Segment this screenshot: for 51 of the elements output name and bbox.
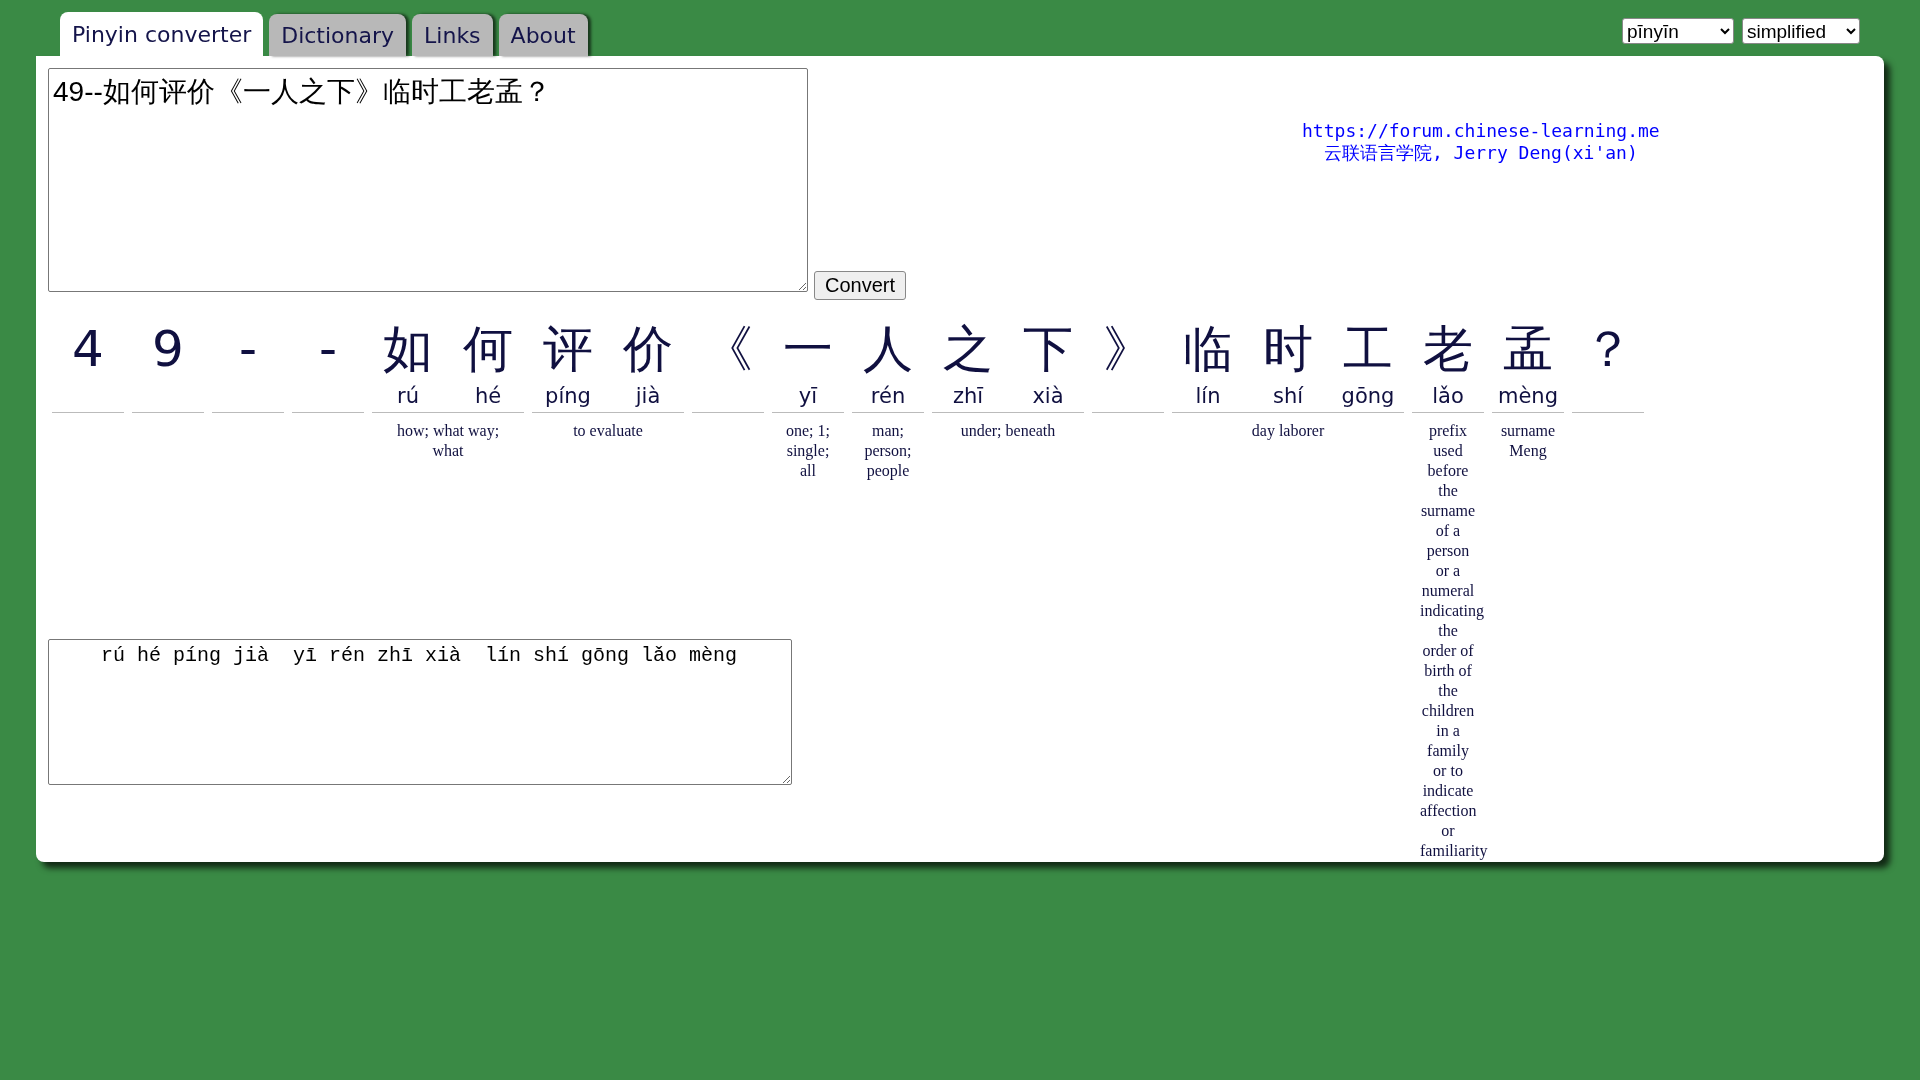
word-definition: one; 1; single; all — [785, 421, 831, 481]
pinyin-syllable: zhī — [952, 383, 984, 410]
pinyin-syllable: lín — [1195, 383, 1221, 410]
hanzi-character: 一 — [783, 319, 833, 380]
hanzi-character: 9 — [152, 319, 184, 380]
hanzi-character: - — [238, 319, 257, 380]
output-field[interactable]: rú hé píng jià yī rén zhī xià lín shí gōng lǎo mèng — [48, 639, 792, 785]
pinyin-syllable: rén — [870, 383, 906, 410]
hanzi-character: 临 — [1183, 319, 1233, 380]
hanzi-character: 人 — [863, 319, 913, 380]
word-definition: how; what way; what — [395, 421, 501, 461]
convert-button[interactable]: Convert — [814, 271, 907, 300]
hanzi-character: 下 — [1023, 319, 1073, 380]
pinyin-syllable: mèng — [1498, 383, 1558, 410]
word-definition: man; person; people — [863, 421, 913, 481]
hanzi-character: 《 — [703, 319, 753, 380]
pinyin-syllable: lǎo — [1432, 383, 1464, 410]
author-credit: 云联语言学院, Jerry Deng(xi'an) — [1323, 141, 1638, 165]
pinyin-syllable: píng — [545, 383, 591, 410]
tab[interactable]: About — [498, 14, 588, 56]
hanzi-character: 4 — [72, 319, 104, 380]
hanzi-character: 老 — [1423, 319, 1473, 380]
hanzi-character: 》 — [1103, 319, 1153, 380]
hanzi-character: - — [318, 319, 337, 380]
word-definition: to evaluate — [572, 421, 644, 441]
tab[interactable]: Links — [412, 14, 493, 56]
pinyin-syllable: hé — [474, 383, 502, 410]
pinyin-syllable: xià — [1032, 383, 1064, 410]
romanization-select[interactable]: pīnyīn — [1622, 18, 1734, 44]
pinyin-syllable: rú — [397, 383, 419, 410]
pinyin-syllable: shí — [1272, 383, 1304, 410]
input-field[interactable]: 49--如何评价《一人之下》临时工老孟？ — [48, 68, 808, 292]
hanzi-character: 之 — [943, 319, 993, 380]
hanzi-character: 评 — [543, 319, 593, 380]
tab[interactable]: Dictionary — [269, 14, 407, 56]
pinyin-syllable: jià — [635, 383, 661, 410]
word-definition: day laborer — [1250, 421, 1326, 441]
word-definition: under; beneath — [959, 421, 1057, 441]
hanzi-character: 时 — [1263, 319, 1313, 380]
script-select[interactable]: simplified — [1742, 18, 1860, 44]
hanzi-character: 如 — [383, 319, 433, 380]
hanzi-character: 孟 — [1503, 319, 1553, 380]
hanzi-character: 工 — [1343, 319, 1393, 380]
hanzi-character: 何 — [463, 319, 513, 380]
forum-link[interactable]: https://forum.chinese-learning.me — [1302, 120, 1660, 141]
hanzi-character: ？ — [1583, 319, 1633, 380]
hanzi-character: 价 — [623, 319, 673, 380]
pinyin-syllable: yī — [798, 383, 818, 410]
pinyin-syllable: gōng — [1341, 383, 1395, 410]
tab[interactable]: Pinyin converter — [60, 12, 264, 56]
word-definition: surname Meng — [1499, 421, 1557, 461]
